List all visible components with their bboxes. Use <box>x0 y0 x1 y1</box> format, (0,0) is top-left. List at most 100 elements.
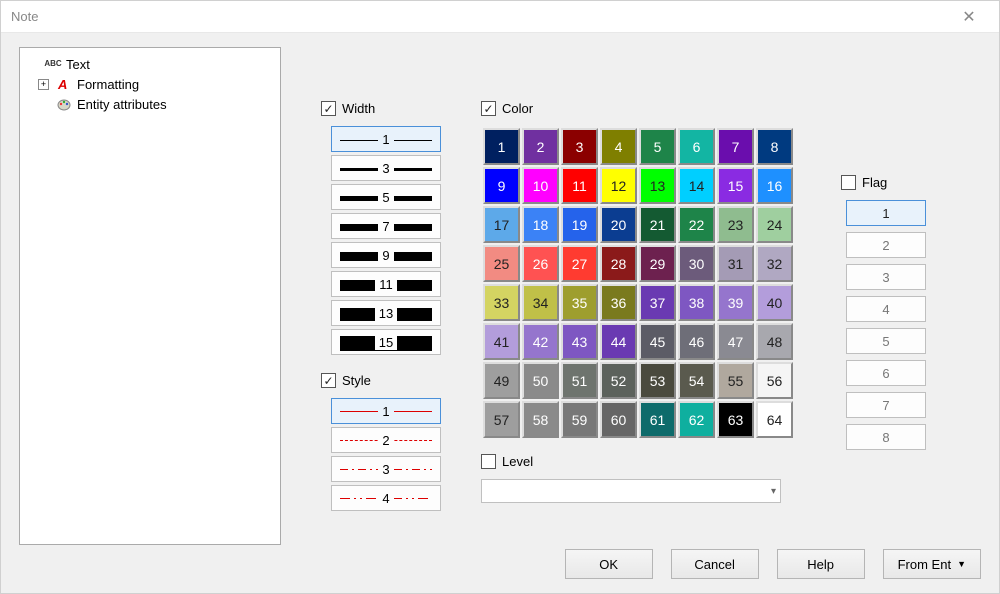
color-swatch-62[interactable]: 62 <box>678 401 715 438</box>
color-swatch-5[interactable]: 5 <box>639 128 676 165</box>
color-swatch-8[interactable]: 8 <box>756 128 793 165</box>
color-swatch-2[interactable]: 2 <box>522 128 559 165</box>
color-swatch-26[interactable]: 26 <box>522 245 559 282</box>
flag-option-1[interactable]: 1 <box>846 200 926 226</box>
color-swatch-29[interactable]: 29 <box>639 245 676 282</box>
flag-option-2[interactable]: 2 <box>846 232 926 258</box>
color-swatch-36[interactable]: 36 <box>600 284 637 321</box>
style-checkbox[interactable] <box>321 373 336 388</box>
color-swatch-27[interactable]: 27 <box>561 245 598 282</box>
width-option-15[interactable]: 15 <box>331 329 441 355</box>
color-swatch-31[interactable]: 31 <box>717 245 754 282</box>
style-option-4[interactable]: 4 <box>331 485 441 511</box>
color-swatch-64[interactable]: 64 <box>756 401 793 438</box>
flag-options: 1 2 3 4 5 6 7 8 <box>841 200 931 450</box>
flag-option-5[interactable]: 5 <box>846 328 926 354</box>
color-swatch-49[interactable]: 49 <box>483 362 520 399</box>
color-swatch-30[interactable]: 30 <box>678 245 715 282</box>
color-swatch-1[interactable]: 1 <box>483 128 520 165</box>
width-option-5[interactable]: 5 <box>331 184 441 210</box>
level-checkbox[interactable] <box>481 454 496 469</box>
color-swatch-42[interactable]: 42 <box>522 323 559 360</box>
color-swatch-7[interactable]: 7 <box>717 128 754 165</box>
color-swatch-33[interactable]: 33 <box>483 284 520 321</box>
color-swatch-44[interactable]: 44 <box>600 323 637 360</box>
color-swatch-21[interactable]: 21 <box>639 206 676 243</box>
color-swatch-56[interactable]: 56 <box>756 362 793 399</box>
flag-option-8[interactable]: 8 <box>846 424 926 450</box>
level-combo[interactable]: ▾ <box>481 479 781 503</box>
ok-button[interactable]: OK <box>565 549 653 579</box>
expand-icon[interactable]: + <box>38 79 49 90</box>
width-option-1[interactable]: 1 <box>331 126 441 152</box>
color-swatch-59[interactable]: 59 <box>561 401 598 438</box>
color-swatch-14[interactable]: 14 <box>678 167 715 204</box>
color-swatch-48[interactable]: 48 <box>756 323 793 360</box>
width-option-9[interactable]: 9 <box>331 242 441 268</box>
color-swatch-43[interactable]: 43 <box>561 323 598 360</box>
close-icon[interactable]: ✕ <box>949 7 989 27</box>
color-swatch-28[interactable]: 28 <box>600 245 637 282</box>
color-swatch-46[interactable]: 46 <box>678 323 715 360</box>
color-swatch-15[interactable]: 15 <box>717 167 754 204</box>
color-swatch-11[interactable]: 11 <box>561 167 598 204</box>
width-option-7[interactable]: 7 <box>331 213 441 239</box>
color-swatch-12[interactable]: 12 <box>600 167 637 204</box>
flag-option-6[interactable]: 6 <box>846 360 926 386</box>
color-swatch-41[interactable]: 41 <box>483 323 520 360</box>
flag-option-3[interactable]: 3 <box>846 264 926 290</box>
color-swatch-24[interactable]: 24 <box>756 206 793 243</box>
color-swatch-55[interactable]: 55 <box>717 362 754 399</box>
color-swatch-18[interactable]: 18 <box>522 206 559 243</box>
cancel-button[interactable]: Cancel <box>671 549 759 579</box>
color-swatch-32[interactable]: 32 <box>756 245 793 282</box>
color-swatch-47[interactable]: 47 <box>717 323 754 360</box>
width-option-3[interactable]: 3 <box>331 155 441 181</box>
tree-item-text[interactable]: ABC Text <box>24 54 276 74</box>
color-swatch-20[interactable]: 20 <box>600 206 637 243</box>
style-option-1[interactable]: 1 <box>331 398 441 424</box>
tree-item-entity-attributes[interactable]: Entity attributes <box>24 94 276 114</box>
color-swatch-39[interactable]: 39 <box>717 284 754 321</box>
style-option-2[interactable]: 2 <box>331 427 441 453</box>
color-swatch-45[interactable]: 45 <box>639 323 676 360</box>
color-swatch-54[interactable]: 54 <box>678 362 715 399</box>
color-swatch-63[interactable]: 63 <box>717 401 754 438</box>
color-swatch-35[interactable]: 35 <box>561 284 598 321</box>
from-ent-button[interactable]: From Ent ▼ <box>883 549 981 579</box>
width-checkbox[interactable] <box>321 101 336 116</box>
flag-option-4[interactable]: 4 <box>846 296 926 322</box>
color-swatch-13[interactable]: 13 <box>639 167 676 204</box>
color-swatch-9[interactable]: 9 <box>483 167 520 204</box>
color-swatch-60[interactable]: 60 <box>600 401 637 438</box>
width-option-13[interactable]: 13 <box>331 300 441 326</box>
color-swatch-52[interactable]: 52 <box>600 362 637 399</box>
color-swatch-3[interactable]: 3 <box>561 128 598 165</box>
color-swatch-17[interactable]: 17 <box>483 206 520 243</box>
color-swatch-37[interactable]: 37 <box>639 284 676 321</box>
flag-option-7[interactable]: 7 <box>846 392 926 418</box>
tree-item-formatting[interactable]: + A Formatting <box>24 74 276 94</box>
color-swatch-58[interactable]: 58 <box>522 401 559 438</box>
color-swatch-19[interactable]: 19 <box>561 206 598 243</box>
flag-checkbox[interactable] <box>841 175 856 190</box>
color-swatch-50[interactable]: 50 <box>522 362 559 399</box>
style-option-3[interactable]: 3 <box>331 456 441 482</box>
color-swatch-23[interactable]: 23 <box>717 206 754 243</box>
color-swatch-40[interactable]: 40 <box>756 284 793 321</box>
help-button[interactable]: Help <box>777 549 865 579</box>
color-checkbox[interactable] <box>481 101 496 116</box>
color-swatch-51[interactable]: 51 <box>561 362 598 399</box>
color-swatch-57[interactable]: 57 <box>483 401 520 438</box>
color-swatch-25[interactable]: 25 <box>483 245 520 282</box>
color-swatch-61[interactable]: 61 <box>639 401 676 438</box>
color-swatch-10[interactable]: 10 <box>522 167 559 204</box>
color-swatch-38[interactable]: 38 <box>678 284 715 321</box>
color-swatch-4[interactable]: 4 <box>600 128 637 165</box>
color-swatch-6[interactable]: 6 <box>678 128 715 165</box>
color-swatch-16[interactable]: 16 <box>756 167 793 204</box>
width-option-11[interactable]: 11 <box>331 271 441 297</box>
color-swatch-22[interactable]: 22 <box>678 206 715 243</box>
color-swatch-53[interactable]: 53 <box>639 362 676 399</box>
color-swatch-34[interactable]: 34 <box>522 284 559 321</box>
